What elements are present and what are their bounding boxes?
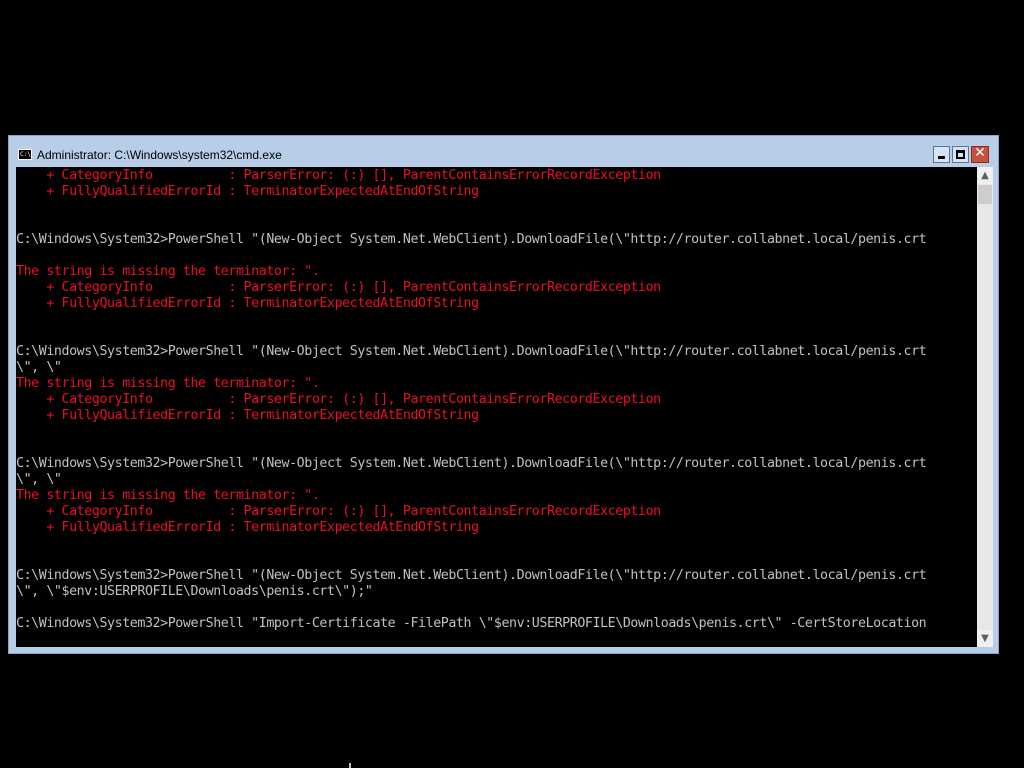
error-line: The string is missing the terminator: ". — [16, 488, 320, 503]
error-line: + CategoryInfo : ParserError: (:) [], Pa… — [16, 504, 661, 519]
error-line: + FullyQualifiedErrorId : TerminatorExpe… — [16, 184, 479, 199]
mouse-cursor — [349, 763, 351, 768]
scroll-thumb[interactable] — [978, 185, 992, 204]
error-line: + FullyQualifiedErrorId : TerminatorExpe… — [16, 296, 479, 311]
chevron-up-icon: ▲ — [981, 170, 989, 181]
console-line: C:\Windows\System32>PowerShell "(New-Obj… — [16, 568, 927, 583]
cmd-window: C:\ Administrator: C:\Windows\system32\c… — [8, 135, 999, 654]
window-title: Administrator: C:\Windows\system32\cmd.e… — [37, 148, 282, 162]
chevron-down-icon: ▼ — [981, 633, 989, 644]
scroll-down-button[interactable]: ▼ — [977, 630, 993, 647]
console-output[interactable]: + CategoryInfo : ParserError: (:) [], Pa… — [16, 167, 977, 647]
console-line: C:\Windows\System32>PowerShell "(New-Obj… — [16, 232, 927, 247]
title-bar[interactable]: C:\ Administrator: C:\Windows\system32\c… — [9, 136, 998, 167]
vertical-scrollbar[interactable]: ▲ ▼ — [977, 167, 993, 647]
cmd-icon[interactable]: C:\ — [18, 149, 32, 160]
maximize-button[interactable] — [952, 146, 969, 163]
error-line: + CategoryInfo : ParserError: (:) [], Pa… — [16, 280, 661, 295]
error-line: + FullyQualifiedErrorId : TerminatorExpe… — [16, 520, 479, 535]
console-line: C:\Windows\System32>PowerShell "(New-Obj… — [16, 456, 927, 471]
close-icon: ✕ — [974, 145, 986, 161]
console-line: \", \" — [16, 472, 62, 487]
error-line: + FullyQualifiedErrorId : TerminatorExpe… — [16, 408, 479, 423]
error-line: + CategoryInfo : ParserError: (:) [], Pa… — [16, 392, 661, 407]
close-button[interactable]: ✕ — [971, 145, 989, 163]
error-line: The string is missing the terminator: ". — [16, 376, 320, 391]
error-line: + CategoryInfo : ParserError: (:) [], Pa… — [16, 168, 661, 183]
console-line: C:\Windows\System32>PowerShell "Import-C… — [16, 616, 927, 631]
minimize-icon — [938, 156, 945, 159]
scroll-up-button[interactable]: ▲ — [977, 167, 993, 184]
console-line: C:\Windows\System32>PowerShell "(New-Obj… — [16, 344, 927, 359]
error-line: The string is missing the terminator: ". — [16, 264, 320, 279]
console-line: \", \" — [16, 360, 62, 375]
minimize-button[interactable] — [933, 146, 950, 163]
console-line: \", \"$env:USERPROFILE\Downloads\penis.c… — [16, 584, 373, 599]
maximize-icon — [956, 150, 965, 159]
